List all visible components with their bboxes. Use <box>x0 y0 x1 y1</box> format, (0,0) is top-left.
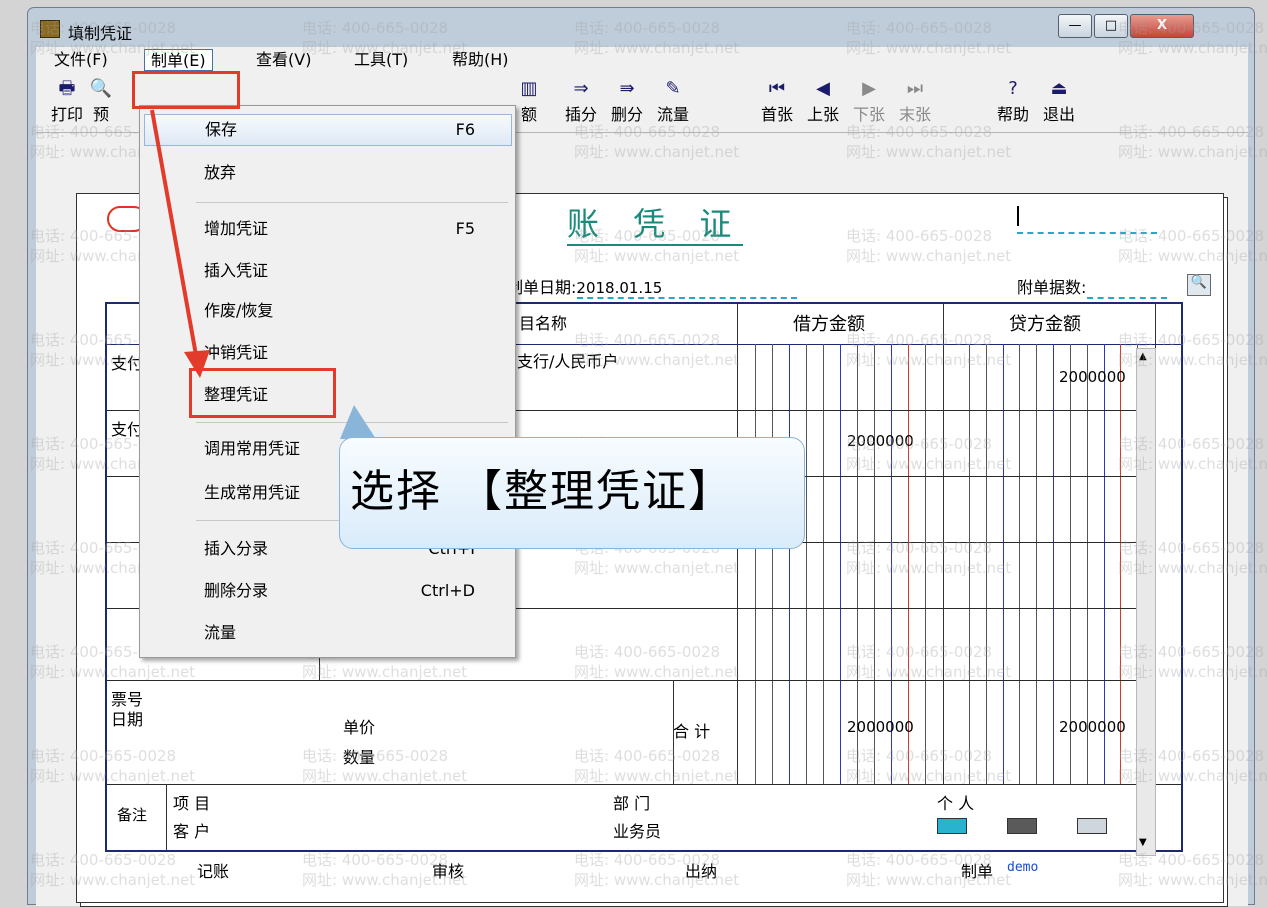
arrow-head <box>184 350 210 378</box>
callout-pointer <box>340 405 376 439</box>
instruction-callout: 选择 【整理凭证】 <box>339 437 805 549</box>
arrow-shaft <box>150 109 198 356</box>
